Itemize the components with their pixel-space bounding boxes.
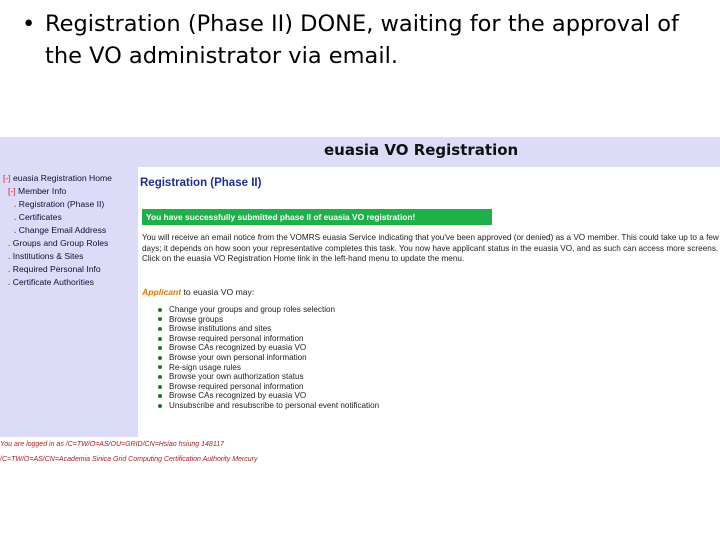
bullet-icon [158,384,162,389]
bullet-icon: . [8,238,11,248]
ca-info: /C=TW/O=AS/CN=Academia Sinica Grid Compu… [0,456,258,463]
bullet-icon: . [14,225,17,235]
list-item: Re-sign usage rules [158,363,379,373]
collapse-toggle[interactable]: [-] [8,186,16,196]
left-menu: [-] euasia Registration Home [-] Member … [0,167,138,437]
nav-label[interactable]: Institutions & Sites [13,251,84,261]
bullet-icon [158,403,162,408]
bullet-icon: . [14,212,17,222]
bullet-icon [158,375,162,380]
page-title: euasia VO Registration [324,141,519,159]
list-item: Browse groups [158,315,379,325]
nav-item-certificates[interactable]: . Certificates [14,212,62,222]
list-item: Browse institutions and sites [158,324,379,334]
bullet-icon [158,317,162,322]
nav-item-change-email[interactable]: . Change Email Address [14,225,106,235]
bullet-icon [158,355,162,360]
list-item: Browse CAs recognized by euasia VO [158,343,379,353]
nav-item-certificate-authorities[interactable]: . Certificate Authorities [8,277,94,287]
bullet-icon [158,327,162,332]
main-content: Registration (Phase II) You have success… [140,167,720,437]
nav-label[interactable]: Required Personal Info [13,264,101,274]
nav-label[interactable]: Member Info [18,186,66,196]
list-item: Browse required personal information [158,382,379,392]
nav-item-registration-home[interactable]: [-] euasia Registration Home [3,173,112,183]
login-status: You are logged in as /C=TW/O=AS/OU=GRID/… [0,441,224,448]
bullet-icon [158,365,162,370]
nav-item-institutions[interactable]: . Institutions & Sites [8,251,83,261]
bullet-icon [158,307,162,312]
registration-screenshot: euasia VO Registration [-] euasia Regist… [0,137,720,467]
list-item: Browse CAs recognized by euasia VO [158,391,379,401]
list-item: Unsubscribe and resubscribe to personal … [158,401,379,411]
applicant-label: Applicant [142,287,182,297]
applicant-suffix: to euasia VO may: [181,287,255,297]
bullet-icon [158,346,162,351]
nav-item-registration-phase-ii[interactable]: . Registration (Phase II) [14,199,104,209]
info-paragraph: You will receive an email notice from th… [142,233,719,264]
slide-bullet-text: • Registration (Phase II) DONE, waiting … [22,8,702,72]
bullet-icon: . [8,251,11,261]
permission-list: Change your groups and group roles selec… [158,305,379,411]
collapse-toggle[interactable]: [-] [3,173,11,183]
list-item: Change your groups and group roles selec… [158,305,379,315]
bullet-text: Registration (Phase II) DONE, waiting fo… [45,11,679,69]
bullet-icon: . [14,199,17,209]
nav-label[interactable]: Registration (Phase II) [19,199,105,209]
bullet-icon [158,336,162,341]
nav-label[interactable]: Certificate Authorities [13,277,94,287]
nav-item-member-info[interactable]: [-] Member Info [8,186,66,196]
list-item: Browse your own personal information [158,353,379,363]
bullet-icon: . [8,277,11,287]
nav-item-required-info[interactable]: . Required Personal Info [8,264,101,274]
bullet-icon: . [8,264,11,274]
nav-label[interactable]: Change Email Address [19,225,106,235]
header-banner: euasia VO Registration [0,137,720,167]
bullet-icon [158,394,162,399]
nav-label[interactable]: Certificates [19,212,62,222]
section-heading: Registration (Phase II) [140,177,262,189]
list-item: Browse required personal information [158,334,379,344]
applicant-line: Applicant to euasia VO may: [142,287,254,297]
nav-label[interactable]: euasia Registration Home [13,173,112,183]
bullet-symbol: • [22,11,36,37]
success-banner: You have successfully submitted phase II… [142,209,492,225]
nav-item-groups[interactable]: . Groups and Group Roles [8,238,108,248]
list-item: Browse your own authorization status [158,372,379,382]
nav-label[interactable]: Groups and Group Roles [13,238,109,248]
